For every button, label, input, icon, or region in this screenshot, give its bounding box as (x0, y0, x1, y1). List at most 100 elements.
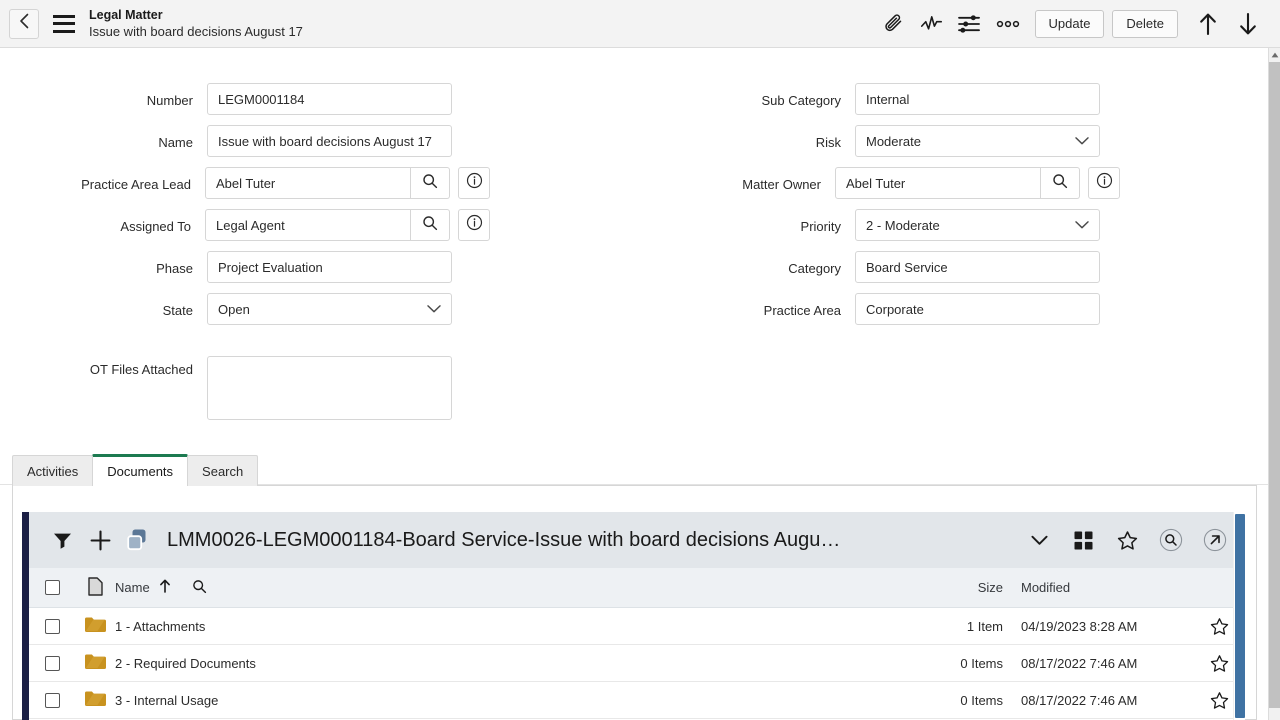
add-new-icon[interactable] (81, 521, 119, 559)
related-lists-tabs: Activities Documents Search (12, 454, 259, 486)
select-all-checkbox[interactable] (44, 580, 60, 595)
sub-category-input[interactable]: Internal (855, 83, 1100, 115)
priority-select[interactable]: 2 - Moderate (855, 209, 1100, 241)
folder-icon (84, 653, 106, 673)
assigned-to-info-button[interactable] (458, 209, 490, 241)
field-label: OT Files Attached (89, 362, 193, 377)
row-select-cell[interactable] (29, 618, 75, 634)
row-modified-cell: 04/19/2023 8:28 AM (1021, 618, 1138, 634)
phase-input[interactable]: Project Evaluation (207, 251, 452, 283)
chevron-down-icon (1075, 218, 1089, 233)
record-form: Number LEGM0001184 Name Issue with board… (0, 48, 1268, 485)
field-ot-files-attached: OT Files Attached (0, 356, 490, 420)
tab-activities[interactable]: Activities (12, 455, 94, 486)
documents-scrollbar-thumb[interactable] (1235, 514, 1245, 718)
documents-scrollbar[interactable] (1233, 512, 1245, 720)
chevron-down-icon (427, 302, 441, 317)
matter-owner-lookup-button[interactable] (1041, 167, 1080, 199)
category-input[interactable]: Board Service (855, 251, 1100, 283)
number-input[interactable]: LEGM0001184 (207, 83, 452, 115)
info-circle-icon (466, 172, 483, 194)
modified-column-header[interactable]: Modified (1007, 580, 1193, 595)
row-name-cell[interactable]: 1 - Attachments (115, 619, 911, 634)
table-row[interactable]: 2 - Required Documents 0 Items 08/17/202… (29, 645, 1245, 682)
field-priority: Priority 2 - Moderate (620, 209, 1120, 241)
row-name-cell[interactable]: 2 - Required Documents (115, 656, 911, 671)
arrow-up-icon[interactable] (1188, 4, 1228, 44)
page-scrollbar-thumb[interactable] (1269, 62, 1280, 708)
search-icon (1052, 173, 1068, 194)
assigned-to-lookup-button[interactable] (411, 209, 450, 241)
row-select-cell[interactable] (29, 655, 75, 671)
name-input[interactable]: Issue with board decisions August 17 (207, 125, 452, 157)
copy-layers-icon[interactable] (119, 521, 157, 559)
ot-files-attached-textarea[interactable] (207, 356, 452, 420)
row-modified-cell: 08/17/2022 7:46 AM (1021, 692, 1138, 708)
name-column-header[interactable]: Name (115, 579, 911, 597)
practice-area-input[interactable]: Corporate (855, 293, 1100, 325)
select-all-header[interactable] (29, 580, 75, 595)
table-row[interactable]: 3 - Internal Usage 0 Items 08/17/2022 7:… (29, 682, 1245, 719)
field-label: Practice Area (763, 303, 841, 318)
documents-column-header: Name Size Modified (29, 568, 1245, 608)
row-select-cell[interactable] (29, 692, 75, 708)
state-select-value: Open (218, 301, 250, 317)
row-checkbox[interactable] (44, 655, 60, 671)
arrow-down-icon[interactable] (1228, 4, 1268, 44)
field-label: Risk (815, 135, 841, 150)
update-button[interactable]: Update (1034, 9, 1105, 38)
info-circle-icon (466, 214, 483, 236)
name-column-label: Name (115, 580, 150, 595)
more-options-icon[interactable] (989, 4, 1027, 44)
row-modified-cell: 08/17/2022 7:46 AM (1021, 655, 1138, 671)
back-button[interactable] (9, 8, 39, 39)
risk-select[interactable]: Moderate (855, 125, 1100, 157)
field-practice-area: Practice Area Corporate (620, 293, 1120, 325)
row-checkbox[interactable] (44, 692, 60, 708)
matter-owner-input[interactable]: Abel Tuter (835, 167, 1041, 199)
matter-owner-info-button[interactable] (1088, 167, 1120, 199)
sort-ascending-icon (159, 579, 171, 596)
page-scrollbar[interactable] (1268, 48, 1280, 720)
grid-view-icon[interactable] (1061, 521, 1105, 559)
field-label: Category (788, 261, 841, 276)
documents-title: LMM0026-LEGM0001184-Board Service-Issue … (167, 528, 841, 551)
practice-area-lead-input[interactable]: Abel Tuter (205, 167, 411, 199)
state-select[interactable]: Open (207, 293, 452, 325)
folder-icon (84, 690, 106, 710)
field-label: Name (158, 135, 193, 150)
assigned-to-input[interactable]: Legal Agent (205, 209, 411, 241)
favorite-star-icon[interactable] (1105, 521, 1149, 559)
search-icon[interactable] (1149, 521, 1193, 559)
field-risk: Risk Moderate (620, 125, 1120, 157)
tab-search[interactable]: Search (187, 455, 259, 486)
form-column-right: Sub Category Internal Risk Moderate Matt… (620, 48, 1120, 335)
scroll-up-arrow-icon[interactable] (1269, 48, 1280, 61)
chevron-down-icon[interactable] (1017, 521, 1061, 559)
activity-stream-icon[interactable] (913, 4, 951, 44)
row-name-cell[interactable]: 3 - Internal Usage (115, 693, 911, 708)
field-label: Assigned To (120, 219, 191, 234)
field-assigned-to: Assigned To Legal Agent (0, 209, 490, 241)
open-external-icon[interactable] (1193, 521, 1237, 559)
search-icon[interactable] (192, 579, 207, 597)
hamburger-menu-icon[interactable] (53, 14, 75, 33)
field-label: Priority (800, 219, 841, 234)
size-column-header[interactable]: Size (911, 580, 1007, 595)
row-checkbox[interactable] (44, 618, 60, 634)
attachment-paperclip-icon[interactable] (875, 4, 913, 44)
personalize-form-icon[interactable] (951, 4, 989, 44)
search-icon (422, 173, 438, 194)
priority-select-value: 2 - Moderate (866, 217, 940, 233)
delete-button[interactable]: Delete (1112, 9, 1178, 38)
practice-area-lead-info-button[interactable] (458, 167, 490, 199)
risk-select-value: Moderate (866, 133, 921, 149)
table-row[interactable]: 1 - Attachments 1 Item 04/19/2023 8:28 A… (29, 608, 1245, 645)
form-column-left: Number LEGM0001184 Name Issue with board… (0, 48, 490, 430)
practice-area-lead-lookup-button[interactable] (411, 167, 450, 199)
row-size-cell: 1 Item (966, 618, 1003, 634)
filter-icon[interactable] (43, 521, 81, 559)
type-column-header[interactable] (75, 576, 115, 599)
tab-documents[interactable]: Documents (92, 454, 189, 486)
field-phase: Phase Project Evaluation (0, 251, 490, 283)
